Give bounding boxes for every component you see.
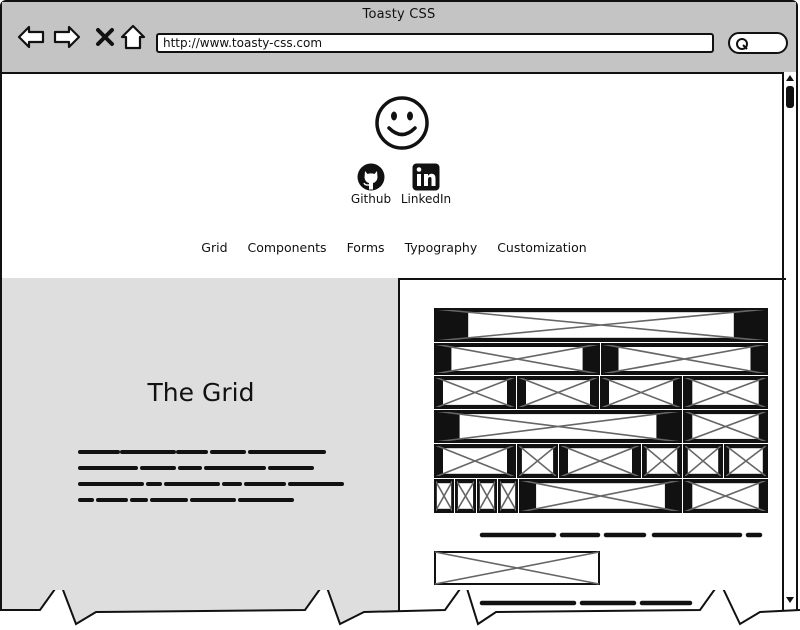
section-title: The Grid [147,378,255,407]
placeholder-image-box [434,551,600,585]
forward-button[interactable] [52,22,82,52]
github-label: Github [350,192,392,206]
close-x-icon [96,28,114,46]
linkedin-link[interactable]: LinkedIn [398,162,454,206]
linkedin-icon [412,163,440,191]
nav-typography[interactable]: Typography [405,240,478,255]
browser-toolbar: Toasty CSS http://www.toasty-css.com [2,2,796,74]
home-icon [120,24,146,50]
search-button[interactable] [728,32,788,54]
placeholder-text-scribble [78,450,344,502]
back-button[interactable] [16,22,46,52]
nav-forms[interactable]: Forms [347,240,385,255]
nav-components[interactable]: Components [247,240,326,255]
grid-layout-illustration [434,308,768,513]
smiley-face-icon [375,96,429,150]
back-arrow-icon [17,25,45,49]
forward-arrow-icon [53,25,81,49]
github-link[interactable]: Github [348,162,394,206]
nav-customization[interactable]: Customization [497,240,587,255]
window-title: Toasty CSS [362,7,436,22]
page-header: Github LinkedIn Grid Components Forms Ty… [2,72,786,280]
magnifier-icon [736,38,748,50]
github-icon [357,163,385,191]
stop-button[interactable] [90,22,116,52]
home-button[interactable] [118,22,148,52]
main-nav: Grid Components Forms Typography Customi… [2,240,786,255]
grid-demo-panel [402,278,786,630]
browser-window: Toasty CSS http://www.toasty-css.com Git… [0,0,798,630]
linkedin-label: LinkedIn [400,192,452,206]
url-input[interactable]: http://www.toasty-css.com [156,33,714,53]
scroll-thumb[interactable] [786,86,794,108]
torn-page-edge [0,590,800,630]
grid-intro-panel: The Grid [2,278,400,630]
placeholder-caption-scribble [479,532,763,538]
nav-grid[interactable]: Grid [201,240,227,255]
scroll-up-arrow-icon[interactable] [785,74,795,82]
